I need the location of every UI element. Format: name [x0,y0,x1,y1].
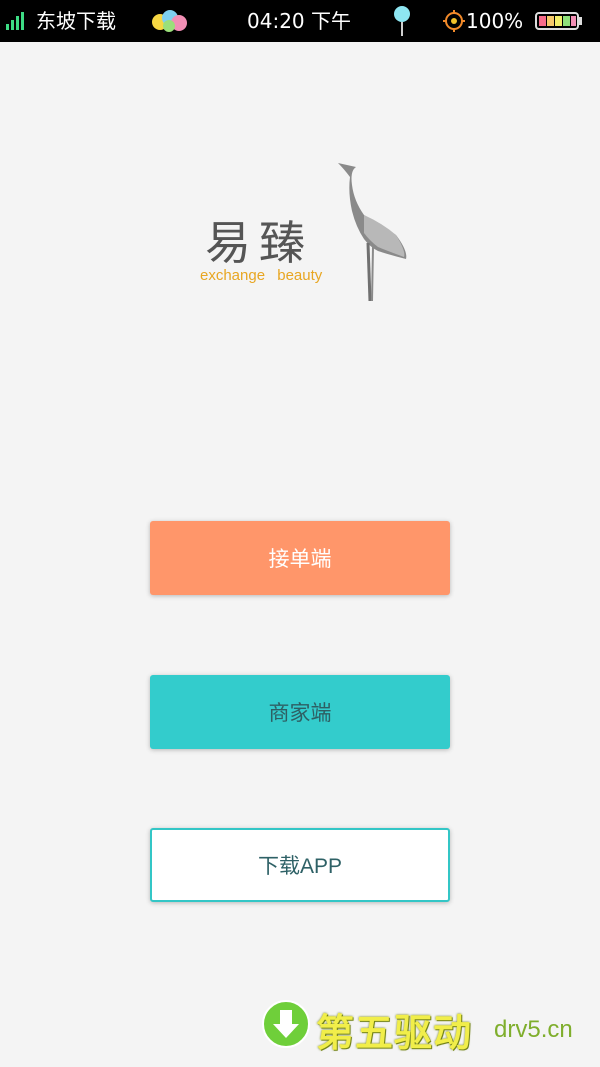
logo-chinese-name: 易臻 [205,216,313,270]
download-app-button[interactable]: 下载APP [150,828,450,902]
merchant-button[interactable]: 商家端 [150,675,450,749]
download-arrow-icon [262,1000,310,1048]
battery-percent: 100% [466,9,524,33]
watermark: 第五驱动 drv5.cn [262,998,592,1055]
balloon-notification-icon [152,10,187,32]
crane-icon [338,163,407,302]
app-logo: 易臻 exchange beauty [195,155,420,305]
battery-icon [535,12,582,30]
clock: 04:20 下午 [247,9,351,33]
carrier-label: 东坡下载 [36,9,116,33]
gps-icon [443,10,465,32]
logo-english-tagline: exchange beauty [200,267,323,284]
status-bar: 东坡下载 04:20 下午 100% [0,0,600,42]
watermark-chinese-text: 第五驱动 [316,1011,473,1055]
location-pin-icon [394,6,410,36]
watermark-site-text: drv5.cn [494,1016,573,1043]
signal-icon [6,12,26,30]
order-receiver-button[interactable]: 接单端 [150,521,450,595]
